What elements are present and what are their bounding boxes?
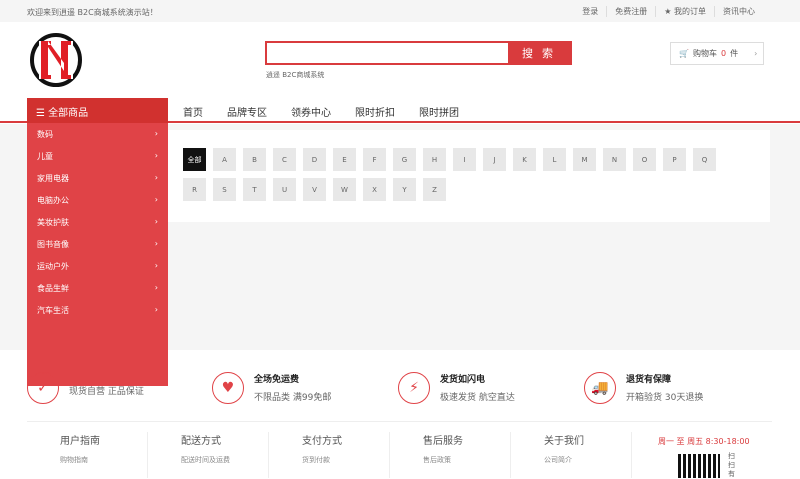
category-item[interactable]: 美妆护肤 › bbox=[27, 211, 168, 233]
letter-filter-Z[interactable]: Z bbox=[423, 178, 446, 201]
brand-letter-filter: 全部 A B C D E F G H I J K L M N O P Q R S T U V W X Y Z bbox=[168, 130, 770, 222]
letter-filter-I[interactable]: I bbox=[453, 148, 476, 171]
cart-button[interactable]: 🛒 购物车 0 件 › bbox=[670, 42, 764, 65]
chevron-right-icon: › bbox=[154, 217, 158, 226]
footer-column: 售后服务 售后政策 bbox=[390, 432, 511, 478]
chevron-right-icon: › bbox=[154, 151, 158, 160]
cart-icon: 🛒 bbox=[679, 49, 689, 58]
chevron-right-icon: › bbox=[754, 49, 758, 58]
letter-filter-D[interactable]: D bbox=[303, 148, 326, 171]
login-link[interactable]: 登录 bbox=[574, 6, 606, 17]
letter-filter-S[interactable]: S bbox=[213, 178, 236, 201]
letter-filter-L[interactable]: L bbox=[543, 148, 566, 171]
scan-text: 扫扫有 bbox=[728, 452, 735, 478]
letter-filter-V[interactable]: V bbox=[303, 178, 326, 201]
nav-discount[interactable]: 限时折扣 bbox=[355, 104, 395, 119]
search-input[interactable] bbox=[267, 43, 508, 63]
category-item[interactable]: 汽车生活 › bbox=[27, 299, 168, 321]
letter-filter-M[interactable]: M bbox=[573, 148, 596, 171]
footer-column: 关于我们 公司简介 bbox=[511, 432, 632, 478]
nav-brands[interactable]: 品牌专区 bbox=[227, 104, 267, 119]
category-item[interactable]: 电脑办公 › bbox=[27, 189, 168, 211]
letter-filter-U[interactable]: U bbox=[273, 178, 296, 201]
cart-count: 0 bbox=[720, 49, 727, 58]
category-item[interactable]: 图书音像 › bbox=[27, 233, 168, 255]
category-menu: 数码 › 儿童 › 家用电器 › 电脑办公 › 美妆护肤 › 图书音像 › 运动户外 › 食品生鲜 › 汽车生活… bbox=[27, 123, 168, 386]
footer-column: 用户指南 购物指南 bbox=[27, 432, 148, 478]
category-item[interactable]: 家用电器 › bbox=[27, 167, 168, 189]
letter-filter-G[interactable]: G bbox=[393, 148, 416, 171]
hot-keywords[interactable]: 逍遥 B2C商城系统 bbox=[266, 70, 324, 80]
footer-link[interactable]: 公司简介 bbox=[544, 455, 631, 465]
letter-filter-全部[interactable]: 全部 bbox=[183, 148, 206, 171]
nav-group-buy[interactable]: 限时拼团 bbox=[419, 104, 459, 119]
letter-filter-A[interactable]: A bbox=[213, 148, 236, 171]
letter-filter-F[interactable]: F bbox=[363, 148, 386, 171]
my-orders-link[interactable]: ★ 我的订单 bbox=[655, 6, 714, 17]
category-item[interactable]: 运动户外 › bbox=[27, 255, 168, 277]
lightning-icon: ⚡ bbox=[398, 372, 430, 404]
nav-home[interactable]: 首页 bbox=[183, 104, 203, 119]
letter-filter-P[interactable]: P bbox=[663, 148, 686, 171]
search-button[interactable]: 搜 索 bbox=[508, 43, 570, 63]
chevron-right-icon: › bbox=[154, 173, 158, 182]
letter-filter-C[interactable]: C bbox=[273, 148, 296, 171]
all-categories-button[interactable]: ☰ 全部商品 bbox=[27, 98, 168, 123]
chevron-right-icon: › bbox=[154, 239, 158, 248]
menu-icon: ☰ bbox=[36, 108, 49, 119]
chevron-right-icon: › bbox=[154, 261, 158, 270]
chevron-right-icon: › bbox=[154, 305, 158, 314]
logo[interactable] bbox=[29, 33, 83, 87]
chevron-right-icon: › bbox=[154, 129, 158, 138]
footer-link[interactable]: 售后政策 bbox=[423, 455, 510, 465]
footer-column: 配送方式 配送时间及运费 bbox=[148, 432, 269, 478]
top-bar: 欢迎来到逍遥 B2C商城系统演示站！ 登录 免费注册 ★ 我的订单 资讯中心 bbox=[0, 0, 800, 22]
letter-filter-H[interactable]: H bbox=[423, 148, 446, 171]
letter-filter-J[interactable]: J bbox=[483, 148, 506, 171]
category-item[interactable]: 儿童 › bbox=[27, 145, 168, 167]
welcome-text: 欢迎来到逍遥 B2C商城系统演示站！ bbox=[27, 8, 158, 17]
category-item[interactable]: 数码 › bbox=[27, 123, 168, 145]
letter-filter-X[interactable]: X bbox=[363, 178, 386, 201]
register-link[interactable]: 免费注册 bbox=[606, 6, 655, 17]
footer-column: 支付方式 货到付款 bbox=[269, 432, 390, 478]
category-item[interactable]: 食品生鲜 › bbox=[27, 277, 168, 299]
check-icon: ✓ bbox=[27, 372, 59, 404]
letter-filter-K[interactable]: K bbox=[513, 148, 536, 171]
news-link[interactable]: 资讯中心 bbox=[714, 6, 763, 17]
footer-link[interactable]: 购物指南 bbox=[60, 455, 147, 465]
divider bbox=[27, 421, 772, 422]
letter-filter-O[interactable]: O bbox=[633, 148, 656, 171]
truck-icon: 🚚 bbox=[584, 372, 616, 404]
letter-filter-Y[interactable]: Y bbox=[393, 178, 416, 201]
qr-code bbox=[678, 454, 720, 478]
chevron-right-icon: › bbox=[154, 195, 158, 204]
footer-link[interactable]: 配送时间及运费 bbox=[181, 455, 268, 465]
search-bar: 搜 索 bbox=[265, 41, 572, 65]
letter-filter-R[interactable]: R bbox=[183, 178, 206, 201]
letter-filter-B[interactable]: B bbox=[243, 148, 266, 171]
nav-coupons[interactable]: 领券中心 bbox=[291, 104, 331, 119]
letter-filter-Q[interactable]: Q bbox=[693, 148, 716, 171]
letter-filter-N[interactable]: N bbox=[603, 148, 626, 171]
footer-link[interactable]: 货到付款 bbox=[302, 455, 389, 465]
service-hours: 周一 至 周五 8:30-18:00 bbox=[658, 437, 750, 446]
letter-filter-E[interactable]: E bbox=[333, 148, 356, 171]
letter-filter-T[interactable]: T bbox=[243, 178, 266, 201]
chevron-right-icon: › bbox=[154, 283, 158, 292]
letter-filter-W[interactable]: W bbox=[333, 178, 356, 201]
heart-hand-icon: ♥ bbox=[212, 372, 244, 404]
